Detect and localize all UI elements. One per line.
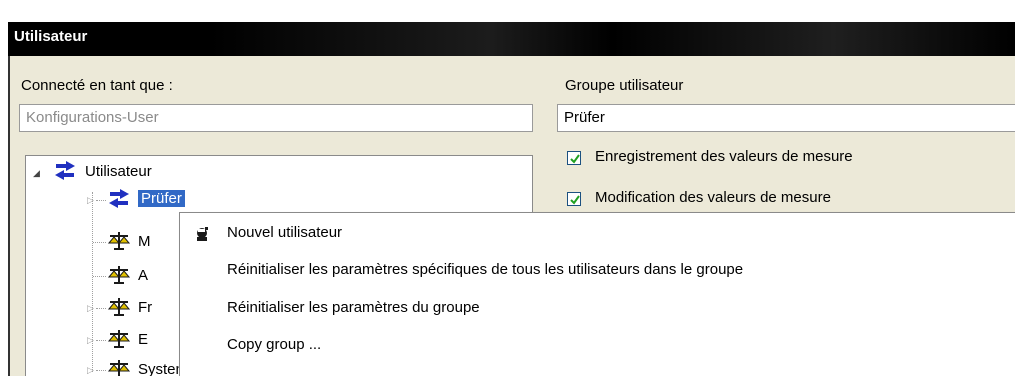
arrow-user-icon	[109, 189, 129, 208]
connected-as-field: Konfigurations-User	[19, 104, 533, 132]
menu-item-new-user[interactable]: Nouvel utilisateur	[227, 224, 342, 241]
menu-item-copy-group[interactable]: Copy group ...	[227, 336, 321, 353]
arrow-user-icon	[55, 161, 75, 180]
tree-item-label: M	[138, 233, 151, 250]
permission-label: Modification des valeurs de mesure	[595, 189, 831, 206]
context-menu: Nouvel utilisateur Réinitialiser les par…	[179, 212, 1015, 376]
permission-checkbox[interactable]	[567, 151, 581, 165]
tree-item-label: Prüfer	[138, 190, 185, 207]
permission-checkbox[interactable]	[567, 192, 581, 206]
menu-item-reset-group-settings[interactable]: Réinitialiser les paramètres du groupe	[227, 299, 480, 316]
tree-root-row[interactable]: ◢ Utilisateur	[26, 161, 526, 183]
new-user-icon[interactable]	[194, 226, 210, 242]
window-titlebar: Utilisateur	[8, 22, 1015, 56]
checkmark-icon	[570, 195, 580, 205]
user-group-label: Groupe utilisateur	[565, 77, 684, 94]
scales-icon	[108, 360, 130, 376]
connected-as-label: Connecté en tant que :	[21, 77, 173, 94]
tree-item-pruefer[interactable]: ▷ Prüfer	[26, 189, 526, 211]
permission-label: Enregistrement des valeurs de mesure	[595, 148, 853, 165]
tree-item-label: Fr	[138, 299, 153, 316]
user-group-field[interactable]: Prüfer	[557, 104, 1015, 132]
scales-icon	[108, 232, 130, 250]
tree-root-label: Utilisateur	[85, 163, 152, 180]
tree-item-label: A	[138, 267, 149, 284]
window-title: Utilisateur	[14, 28, 88, 45]
expand-icon[interactable]: ◢	[33, 168, 40, 179]
expand-icon[interactable]: ▷	[87, 195, 94, 206]
menu-item-reset-user-settings[interactable]: Réinitialiser les paramètres spécifiques…	[227, 261, 743, 278]
scales-icon	[108, 330, 130, 348]
expand-icon[interactable]: ▷	[87, 365, 94, 376]
expand-icon[interactable]: ▷	[87, 303, 94, 314]
expand-icon[interactable]: ▷	[87, 335, 94, 346]
checkmark-icon	[570, 154, 580, 164]
tree-item-label: E	[138, 331, 149, 348]
scales-icon	[108, 298, 130, 316]
scales-icon	[108, 266, 130, 284]
